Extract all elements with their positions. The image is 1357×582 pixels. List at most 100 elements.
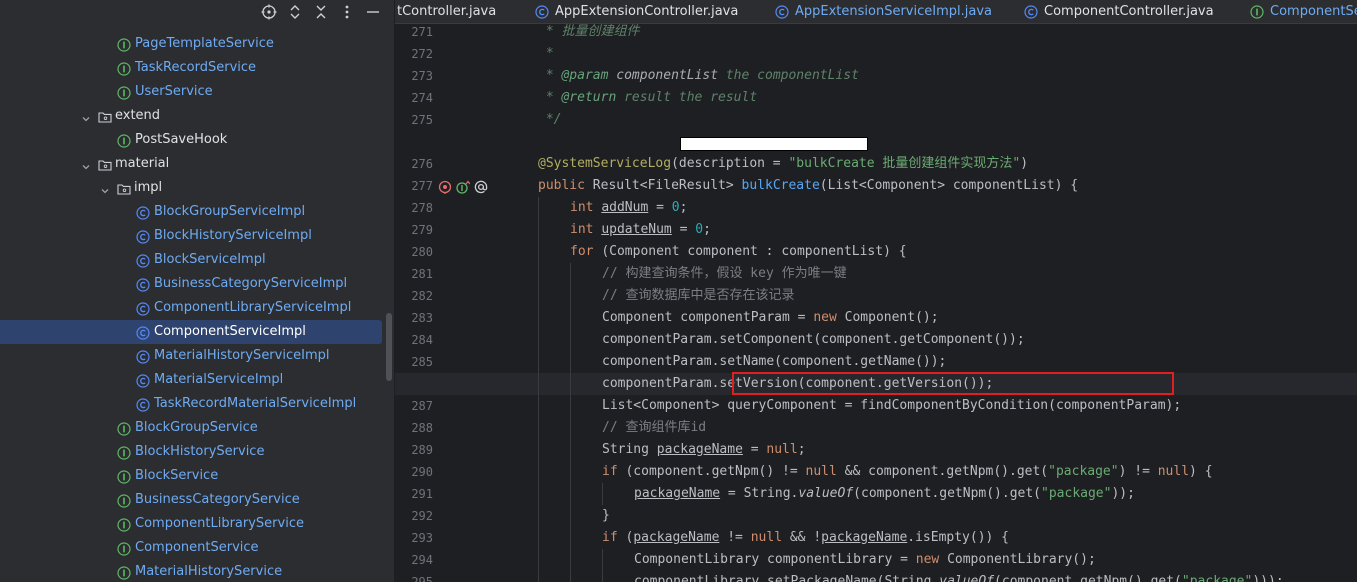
code-token: (Component component : componentList) { — [601, 244, 907, 259]
tree-item-blockserviceimpl[interactable]: BlockServiceImpl — [0, 248, 394, 272]
code-line[interactable]: // 查询组件库id — [538, 417, 1357, 439]
code-text: componentLibrary.setPackageName(String.v… — [634, 571, 1284, 582]
tree-item-postsavehook[interactable]: PostSaveHook — [0, 128, 394, 152]
tree-item-impl[interactable]: impl — [0, 176, 394, 200]
tree-item-businesscategoryservice[interactable]: BusinessCategoryService — [0, 488, 394, 512]
chevron-down-icon[interactable] — [80, 158, 92, 170]
code-token: Component(); — [844, 310, 939, 325]
indent-guide — [570, 549, 571, 571]
indent-guide — [538, 263, 539, 285]
indent-guide — [538, 417, 539, 439]
tree-item-materialhistoryservice[interactable]: MaterialHistoryService — [0, 560, 394, 582]
line-number: 271 — [411, 25, 433, 39]
tree-item-blockservice[interactable]: BlockService — [0, 464, 394, 488]
code-line[interactable]: * — [538, 43, 1357, 65]
class-icon — [136, 397, 150, 412]
code-token: bulkCreate — [741, 178, 820, 193]
code-line[interactable]: int updateNum = 0; — [538, 219, 1357, 241]
class-icon — [136, 229, 150, 244]
tree-item-blockhistoryservice[interactable]: BlockHistoryService — [0, 440, 394, 464]
code-token: ) { — [1189, 464, 1213, 479]
annotation-icon[interactable] — [474, 179, 488, 194]
implement-icon[interactable] — [456, 179, 471, 194]
tree-item-taskrecordmaterialserviceimpl[interactable]: TaskRecordMaterialServiceImpl — [0, 392, 394, 416]
tree-item-label: ComponentLibraryServiceImpl — [154, 300, 352, 315]
code-text: componentParam.setComponent(component.ge… — [602, 329, 1025, 351]
indent-guide — [570, 395, 571, 417]
code-token: Component componentParam = — [602, 310, 814, 325]
code-line[interactable]: List<Component> queryComponent = findCom… — [538, 395, 1357, 417]
code-line[interactable]: Component componentParam = new Component… — [538, 307, 1357, 329]
tree-item-material[interactable]: material — [0, 152, 394, 176]
code-text: // 查询组件库id — [602, 417, 706, 439]
tree-item-businesscategoryserviceimpl[interactable]: BusinessCategoryServiceImpl — [0, 272, 394, 296]
tree-item-blockhistoryserviceimpl[interactable]: BlockHistoryServiceImpl — [0, 224, 394, 248]
tree-item-userservice[interactable]: UserService — [0, 80, 394, 104]
chevron-down-icon[interactable] — [99, 182, 111, 194]
tree-item-componentservice[interactable]: ComponentService — [0, 536, 394, 560]
minimize-icon[interactable] — [363, 2, 383, 22]
code-token: componentParam.setName(component.getName… — [602, 354, 947, 369]
code-text: // 构建查询条件，假设 key 作为唯一键 — [602, 263, 847, 285]
override-icon[interactable] — [438, 179, 452, 194]
code-line[interactable]: if (packageName != null && !packageName.… — [538, 527, 1357, 549]
tree-item-materialserviceimpl[interactable]: MaterialServiceImpl — [0, 368, 394, 392]
code-token: componentLibrary.setPackageName(String. — [634, 574, 940, 582]
code-line[interactable]: if (component.getNpm() != null && compon… — [538, 461, 1357, 483]
interface-icon — [117, 469, 131, 484]
tree-item-componentserviceimpl[interactable]: ComponentServiceImpl — [0, 320, 382, 344]
code-line[interactable]: String packageName = null; — [538, 439, 1357, 461]
tree-item-label: TaskRecordMaterialServiceImpl — [154, 396, 357, 411]
code-line[interactable]: packageName = String.valueOf(component.g… — [538, 483, 1357, 505]
code-line[interactable]: // 构建查询条件，假设 key 作为唯一键 — [538, 263, 1357, 285]
code-line[interactable]: ComponentLibrary componentLibrary = new … — [538, 549, 1357, 571]
code-line[interactable]: } — [538, 505, 1357, 527]
code-line[interactable]: // 查询数据库中是否存在该记录 — [538, 285, 1357, 307]
code-line[interactable]: componentParam.setComponent(component.ge… — [538, 329, 1357, 351]
code-editor[interactable]: 271 272 273 274 275 276 277 278 279 280 281 282 283 2… — [395, 24, 1357, 582]
code-text: packageName = String.valueOf(component.g… — [634, 483, 1135, 505]
code-line[interactable]: componentLibrary.setPackageName(String.v… — [538, 571, 1357, 582]
code-text: List<Component> queryComponent = findCom… — [602, 395, 1181, 417]
collapse-all-icon[interactable] — [311, 2, 331, 22]
class-icon — [136, 301, 150, 316]
expand-collapse-icon[interactable] — [285, 2, 305, 22]
indent-guide — [538, 329, 539, 351]
code-line[interactable]: int addNum = 0; — [538, 197, 1357, 219]
code-text: * @return result the result — [538, 87, 757, 109]
code-line[interactable]: * @param componentList the componentList — [538, 65, 1357, 87]
code-line[interactable]: @SystemServiceLog(description = "bulkCre… — [538, 153, 1357, 175]
code-token: null — [1157, 464, 1190, 479]
tree-item-taskrecordservice[interactable]: TaskRecordService — [0, 56, 394, 80]
code-line[interactable]: public Result<FileResult> bulkCreate(Lis… — [538, 175, 1357, 197]
tree-scrollbar[interactable] — [386, 313, 392, 381]
code-token: String — [602, 442, 657, 457]
tree-item-blockgroupservice[interactable]: BlockGroupService — [0, 416, 394, 440]
tree-item-extend[interactable]: extend — [0, 104, 394, 128]
tree-item-pagetemplateservice[interactable]: PageTemplateService — [0, 32, 394, 56]
code-token: (List<Component> componentList) { — [819, 178, 1079, 193]
more-vertical-icon[interactable] — [337, 2, 357, 22]
editor-gutter: 271 272 273 274 275 276 277 278 279 280 281 282 283 2… — [395, 24, 530, 582]
code-token: null — [805, 464, 837, 479]
code-line[interactable]: */ — [538, 109, 1357, 131]
code-text: for (Component component : componentList… — [570, 241, 907, 263]
highlight-box — [732, 372, 1174, 395]
tree-item-materialhistoryserviceimpl[interactable]: MaterialHistoryServiceImpl — [0, 344, 394, 368]
code-line[interactable]: * 批量创建组件 — [538, 24, 1357, 43]
tree-item-componentlibraryserviceimpl[interactable]: ComponentLibraryServiceImpl — [0, 296, 394, 320]
code-token: @return — [561, 90, 617, 105]
code-token: // 查询数据库中是否存在该记录 — [602, 288, 795, 303]
chevron-down-icon[interactable] — [80, 110, 92, 122]
code-line[interactable]: for (Component component : componentList… — [538, 241, 1357, 263]
code-area[interactable]: * 批量创建组件 * * @param componentList the co… — [395, 24, 1357, 582]
tree-item-componentlibraryservice[interactable]: ComponentLibraryService — [0, 512, 394, 536]
tree-item-blockgroupserviceimpl[interactable]: BlockGroupServiceImpl — [0, 200, 394, 224]
code-text: int addNum = 0; — [570, 197, 687, 219]
crosshair-icon[interactable] — [259, 2, 279, 22]
tab-label: AppExtensionController.java — [555, 4, 739, 19]
code-line[interactable] — [538, 131, 1357, 153]
code-line[interactable]: * @return result the result — [538, 87, 1357, 109]
code-line[interactable]: componentParam.setName(component.getName… — [538, 351, 1357, 373]
interface-icon — [117, 517, 131, 532]
